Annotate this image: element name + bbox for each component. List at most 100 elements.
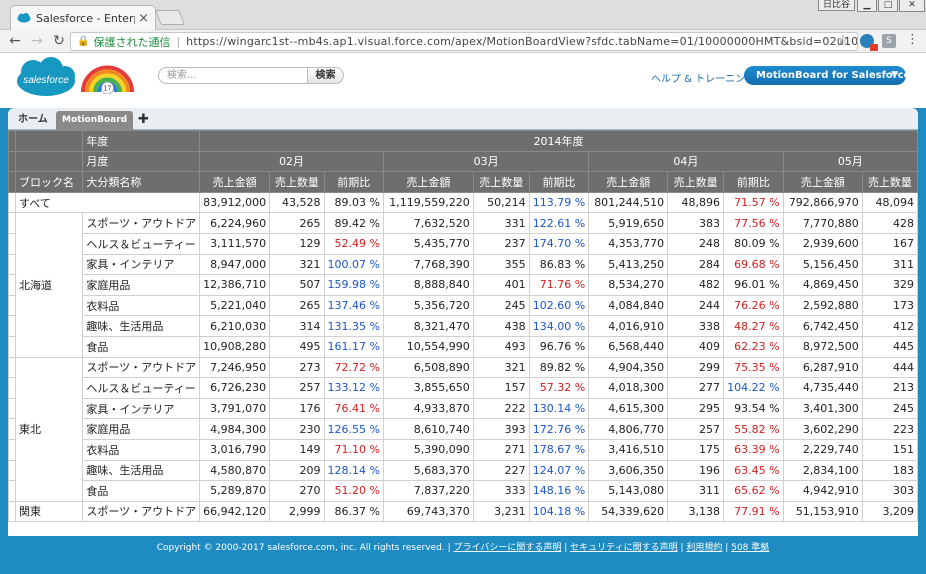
ratio-cell[interactable]: 48.27 % xyxy=(723,315,784,337)
close-tab-icon[interactable]: × xyxy=(138,11,149,26)
tab-motionboard[interactable]: MotionBoard xyxy=(56,111,134,130)
ratio-cell[interactable]: 126.55 % xyxy=(323,418,384,440)
sales-qty-cell[interactable]: 270 xyxy=(269,480,325,502)
sales-amount-cell[interactable]: 2,592,880 xyxy=(782,294,863,317)
new-tab-button[interactable] xyxy=(155,10,185,25)
sales-qty-cell[interactable]: 237 xyxy=(472,232,530,255)
sales-amount-cell[interactable]: 7,632,520 xyxy=(382,212,474,234)
sales-qty-cell[interactable]: 311 xyxy=(667,480,725,502)
metric-header[interactable]: 売上金額 xyxy=(782,171,863,193)
sales-amount-cell[interactable]: 4,806,770 xyxy=(588,418,669,440)
category-cell[interactable]: 家具・インテリア xyxy=(82,397,201,420)
sales-qty-cell[interactable]: 175 xyxy=(667,438,725,461)
ratio-cell[interactable]: 71.76 % xyxy=(528,274,590,296)
ratio-cell[interactable]: 57.32 % xyxy=(528,377,590,399)
ratio-cell[interactable]: 102.60 % xyxy=(528,294,590,317)
sales-amount-cell[interactable]: 5,683,370 xyxy=(382,459,474,482)
ratio-cell[interactable]: 137.46 % xyxy=(323,294,384,317)
month-header-04[interactable]: 04月 xyxy=(588,150,784,173)
ratio-cell[interactable]: 76.26 % xyxy=(723,294,784,317)
ratio-cell[interactable]: 65.62 % xyxy=(723,480,784,502)
sales-amount-cell[interactable]: 7,768,390 xyxy=(382,253,474,276)
sales-qty-cell[interactable]: 271 xyxy=(472,438,530,461)
ratio-cell[interactable]: 128.14 % xyxy=(323,459,384,482)
extension-icon[interactable] xyxy=(860,34,878,51)
category-column-header[interactable]: 大分類名称 xyxy=(82,171,201,193)
sales-amount-cell[interactable]: 4,984,300 xyxy=(199,418,271,440)
sales-qty-cell[interactable]: 196 xyxy=(667,459,725,482)
sales-amount-cell[interactable]: 51,153,910 xyxy=(782,500,863,523)
sales-amount-cell[interactable]: 6,726,230 xyxy=(199,377,271,399)
ratio-cell[interactable]: 133.12 % xyxy=(323,377,384,399)
metric-header[interactable]: 売上数量 xyxy=(667,171,725,193)
category-cell[interactable]: 家庭用品 xyxy=(82,274,201,296)
sales-qty-cell[interactable]: 329 xyxy=(861,274,918,296)
ratio-cell[interactable]: 104.22 % xyxy=(723,377,784,399)
sales-amount-cell[interactable]: 8,534,270 xyxy=(588,274,669,296)
ratio-cell[interactable]: 71.57 % xyxy=(723,191,784,214)
ratio-cell[interactable]: 113.79 % xyxy=(528,191,590,214)
sales-amount-cell[interactable]: 4,869,450 xyxy=(782,274,863,296)
sales-qty-cell[interactable]: 428 xyxy=(861,212,918,234)
metric-header[interactable]: 売上数量 xyxy=(472,171,530,193)
sales-qty-cell[interactable]: 3,231 xyxy=(472,500,530,523)
ratio-cell[interactable]: 122.61 % xyxy=(528,212,590,234)
sales-amount-cell[interactable]: 5,356,720 xyxy=(382,294,474,317)
category-cell[interactable]: ヘルス＆ビューティー xyxy=(82,377,201,399)
ratio-cell[interactable]: 77.56 % xyxy=(723,212,784,234)
sales-qty-cell[interactable]: 149 xyxy=(269,438,325,461)
ratio-cell[interactable]: 62.23 % xyxy=(723,335,784,358)
tab-home[interactable]: ホーム xyxy=(12,111,54,130)
extension-s-icon[interactable]: S xyxy=(882,34,896,48)
sales-qty-cell[interactable]: 43,528 xyxy=(269,191,325,214)
browser-menu-icon[interactable]: ⋮ xyxy=(906,32,919,47)
add-tab-icon[interactable]: ✚ xyxy=(132,111,155,130)
sales-amount-cell[interactable]: 2,229,740 xyxy=(782,438,863,461)
metric-header[interactable]: 前期比 xyxy=(528,171,590,193)
sales-qty-cell[interactable]: 445 xyxy=(861,335,918,358)
sales-qty-cell[interactable]: 401 xyxy=(472,274,530,296)
sales-qty-cell[interactable]: 444 xyxy=(861,356,918,379)
category-cell[interactable]: 趣味、生活用品 xyxy=(82,459,201,482)
category-cell[interactable]: 家庭用品 xyxy=(82,418,201,440)
sales-amount-cell[interactable]: 7,837,220 xyxy=(382,480,474,502)
sales-amount-cell[interactable]: 4,942,910 xyxy=(782,480,863,502)
ratio-cell[interactable]: 72.72 % xyxy=(323,356,384,379)
sales-qty-cell[interactable]: 507 xyxy=(269,274,325,296)
sales-qty-cell[interactable]: 245 xyxy=(472,294,530,317)
sales-amount-cell[interactable]: 4,580,870 xyxy=(199,459,271,482)
ratio-cell[interactable]: 69.68 % xyxy=(723,253,784,276)
sales-amount-cell[interactable]: 66,942,120 xyxy=(199,500,271,523)
security-link[interactable]: セキュリティに関する声明 xyxy=(570,543,677,553)
ratio-cell[interactable]: 131.35 % xyxy=(323,315,384,337)
help-training-link[interactable]: ヘルプ & トレーニング xyxy=(651,70,755,85)
reload-icon[interactable]: ↻ xyxy=(50,32,68,50)
block-cell[interactable]: すべて xyxy=(14,191,201,214)
ratio-cell[interactable]: 89.42 % xyxy=(323,212,384,234)
sales-amount-cell[interactable]: 5,390,090 xyxy=(382,438,474,461)
bookmark-star-icon[interactable]: ☆ xyxy=(837,33,849,48)
sales-amount-cell[interactable]: 3,016,790 xyxy=(199,438,271,461)
sales-qty-cell[interactable]: 314 xyxy=(269,315,325,337)
sales-amount-cell[interactable]: 4,933,870 xyxy=(382,397,474,420)
sales-qty-cell[interactable]: 338 xyxy=(667,315,725,337)
sales-amount-cell[interactable]: 2,939,600 xyxy=(782,232,863,255)
category-cell[interactable]: 家具・インテリア xyxy=(82,253,201,276)
sales-amount-cell[interactable]: 5,143,080 xyxy=(588,480,669,502)
forward-icon[interactable]: → xyxy=(28,32,46,50)
sales-amount-cell[interactable]: 4,735,440 xyxy=(782,377,863,399)
sales-amount-cell[interactable]: 5,413,250 xyxy=(588,253,669,276)
sales-qty-cell[interactable]: 167 xyxy=(861,232,918,255)
ratio-cell[interactable]: 172.76 % xyxy=(528,418,590,440)
sales-qty-cell[interactable]: 303 xyxy=(861,480,918,502)
ratio-cell[interactable]: 134.00 % xyxy=(528,315,590,337)
ratio-cell[interactable]: 52.49 % xyxy=(323,232,384,255)
browser-tab[interactable]: Salesforce - Enterprise × xyxy=(10,5,156,30)
sales-qty-cell[interactable]: 265 xyxy=(269,212,325,234)
search-button[interactable]: 検索 xyxy=(308,67,344,84)
metric-header[interactable]: 売上金額 xyxy=(199,171,271,193)
block-cell[interactable]: 東北 xyxy=(14,356,84,502)
sales-amount-cell[interactable]: 10,908,280 xyxy=(199,335,271,358)
sales-qty-cell[interactable]: 50,214 xyxy=(472,191,530,214)
sales-amount-cell[interactable]: 5,919,650 xyxy=(588,212,669,234)
